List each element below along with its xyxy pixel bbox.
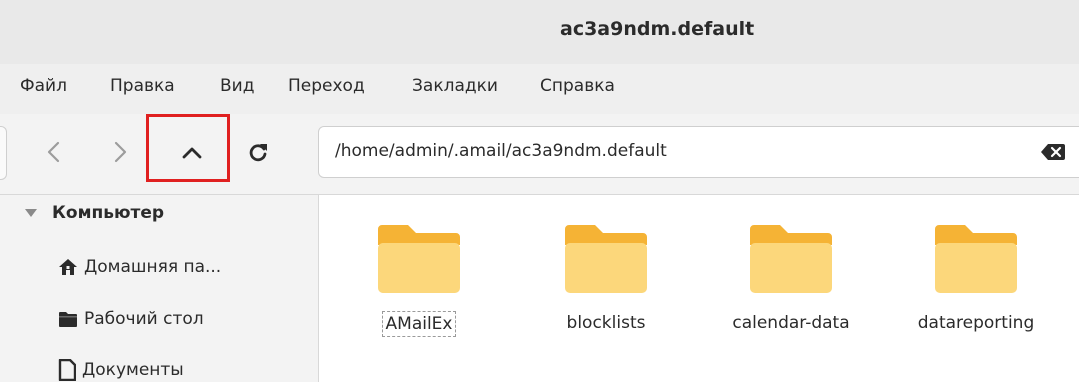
toolbar: /home/admin/.amail/ac3a9ndm.default <box>0 114 1079 195</box>
folder-item-calendar-data[interactable]: calendar-data <box>716 215 866 335</box>
folder-icon <box>378 225 460 293</box>
sidebar-item-documents[interactable]: Документы <box>58 359 184 381</box>
sidebar-section-label: Компьютер <box>52 203 165 223</box>
chevron-up-icon <box>182 147 202 159</box>
folder-icon <box>58 310 78 328</box>
reload-button[interactable] <box>234 130 282 174</box>
file-name: datareporting <box>917 313 1035 333</box>
folder-item-datareporting[interactable]: datareporting <box>901 215 1051 335</box>
chevron-right-icon <box>114 141 127 163</box>
file-view: AMailEx blocklists calendar-data datarep… <box>319 195 1079 382</box>
folder-icon <box>935 225 1017 293</box>
home-icon <box>58 257 78 277</box>
title-bar: ac3a9ndm.default <box>0 0 1079 64</box>
location-bar[interactable]: /home/admin/.amail/ac3a9ndm.default <box>318 126 1079 178</box>
menu-bookmarks[interactable]: Закладки <box>412 76 498 96</box>
document-icon <box>58 359 76 381</box>
sidebar-item-home[interactable]: Домашняя па... <box>58 257 221 277</box>
menu-bar: Файл Правка Вид Переход Закладки Справка <box>0 64 1079 114</box>
window-title: ac3a9ndm.default <box>560 18 755 40</box>
toolbar-edge <box>0 126 7 180</box>
up-button[interactable] <box>168 130 216 174</box>
reload-icon <box>249 144 267 162</box>
sidebar-item-label: Рабочий стол <box>84 309 204 329</box>
location-path[interactable]: /home/admin/.amail/ac3a9ndm.default <box>335 141 667 161</box>
file-name: blocklists <box>566 313 646 333</box>
sidebar-item-label: Домашняя па... <box>84 257 222 277</box>
chevron-left-icon <box>47 141 60 163</box>
file-name: AMailEx <box>381 311 457 337</box>
sidebar-section-computer[interactable]: Компьютер <box>24 203 164 223</box>
back-button[interactable] <box>30 130 78 174</box>
folder-icon <box>565 225 647 293</box>
menu-help[interactable]: Справка <box>540 76 615 96</box>
folder-icon <box>750 225 832 293</box>
menu-file[interactable]: Файл <box>20 76 67 96</box>
expander-down-icon[interactable] <box>24 208 38 218</box>
sidebar: Компьютер Домашняя па... Рабочий стол До… <box>0 195 319 382</box>
forward-button[interactable] <box>96 130 144 174</box>
folder-item-blocklists[interactable]: blocklists <box>531 215 681 335</box>
file-name: calendar-data <box>732 313 850 333</box>
folder-item-amailex[interactable]: AMailEx <box>344 215 494 337</box>
menu-go[interactable]: Переход <box>288 76 365 96</box>
menu-view[interactable]: Вид <box>220 76 254 96</box>
sidebar-item-label: Документы <box>82 360 184 380</box>
menu-edit[interactable]: Правка <box>110 76 175 96</box>
sidebar-item-desktop[interactable]: Рабочий стол <box>58 309 204 329</box>
backspace-icon[interactable] <box>1041 143 1065 161</box>
